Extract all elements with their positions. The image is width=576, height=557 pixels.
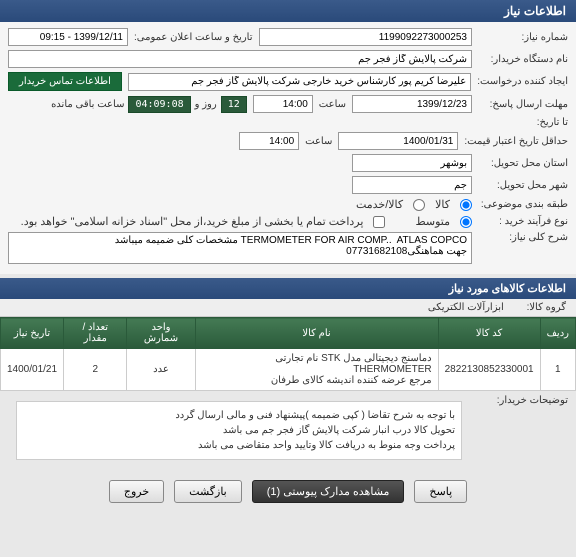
- cell-unit: عدد: [127, 349, 195, 391]
- note-label: توضیحات خریدار:: [478, 395, 568, 406]
- need-no-label: شماره نیاز:: [478, 32, 568, 43]
- deadline-date-field[interactable]: [352, 95, 472, 113]
- desc-field[interactable]: [8, 232, 472, 264]
- cell-code: 2822130852330001: [438, 349, 540, 391]
- countdown-day-label: روز و: [195, 99, 217, 110]
- cell-date: 1400/01/21: [1, 349, 64, 391]
- announce-field[interactable]: [8, 28, 128, 46]
- deadline-time-field[interactable]: [253, 95, 313, 113]
- items-table: ردیف کد کالا نام کالا واحد شمارش تعداد /…: [0, 317, 576, 391]
- note-box: با توجه به شرح تقاضا ( کپی ضمیمه )پیشنها…: [16, 401, 462, 460]
- creator-field[interactable]: [128, 73, 471, 91]
- cell-idx: 1: [540, 349, 575, 391]
- announce-label: تاریخ و ساعت اعلان عمومی:: [134, 32, 253, 43]
- th-qty: تعداد / مقدار: [64, 318, 127, 349]
- cell-name: دماسنج دیجیتالی مدل STK نام تجارتی THERM…: [195, 349, 438, 391]
- contact-buyer-button[interactable]: اطلاعات تماس خریدار: [8, 72, 122, 91]
- countdown: 12 روز و 04:09:08 ساعت باقی مانده: [51, 96, 247, 113]
- countdown-remain-label: ساعت باقی مانده: [51, 99, 124, 110]
- proc-med-label: متوسط: [415, 215, 450, 228]
- creator-label: ایجاد کننده درخواست:: [477, 76, 568, 87]
- validity-label: حداقل تاریخ اعتبار قیمت:: [464, 136, 568, 147]
- countdown-time: 04:09:08: [128, 96, 190, 113]
- cat-service-radio[interactable]: [413, 199, 425, 211]
- items-group-value: ابزارآلات الکتریکی: [428, 302, 504, 313]
- page-title: اطلاعات نیاز: [0, 0, 576, 22]
- footer-buttons: پاسخ مشاهده مدارک پیوستی (1) بازگشت خروج: [0, 470, 576, 513]
- validity-date-field[interactable]: [338, 132, 458, 150]
- items-group-label: گروه کالا:: [527, 302, 566, 313]
- th-unit: واحد شمارش: [127, 318, 195, 349]
- desc-label: شرح کلی نیاز:: [478, 232, 568, 243]
- cat-goods-label: کالا: [435, 198, 450, 211]
- items-group-row: گروه کالا: ابزارآلات الکتریکی: [0, 299, 576, 317]
- time-label-2: ساعت: [305, 136, 332, 147]
- need-no-field[interactable]: [259, 28, 473, 46]
- delivery-city-field[interactable]: [352, 176, 472, 194]
- proc-med-radio[interactable]: [460, 216, 472, 228]
- th-name: نام کالا: [195, 318, 438, 349]
- th-date: تاریخ نیاز: [1, 318, 64, 349]
- buyer-org-label: نام دستگاه خریدار:: [478, 54, 568, 65]
- validity-time-field[interactable]: [239, 132, 299, 150]
- form-area: شماره نیاز: تاریخ و ساعت اعلان عمومی: نا…: [0, 22, 576, 274]
- category-label: طبقه بندی موضوعی:: [478, 199, 568, 210]
- partial-checkbox[interactable]: [373, 216, 385, 228]
- table-row[interactable]: 1 2822130852330001 دماسنج دیجیتالی مدل S…: [1, 349, 576, 391]
- cat-service-label: کالا/خدمت: [356, 198, 403, 211]
- delivery-prov-label: استان محل تحویل:: [478, 158, 568, 169]
- category-radio-group: کالا کالا/خدمت: [356, 198, 472, 211]
- th-idx: ردیف: [540, 318, 575, 349]
- delivery-city-label: شهر محل تحویل:: [478, 180, 568, 191]
- exit-button[interactable]: خروج: [109, 480, 164, 503]
- to-date-label: تا تاریخ:: [478, 117, 568, 128]
- process-label: نوع فرآیند خرید :: [478, 216, 568, 227]
- delivery-prov-field[interactable]: [352, 154, 472, 172]
- cat-goods-radio[interactable]: [460, 199, 472, 211]
- th-code: کد کالا: [438, 318, 540, 349]
- back-button[interactable]: بازگشت: [174, 480, 242, 503]
- respond-button[interactable]: پاسخ: [414, 480, 467, 503]
- table-header-row: ردیف کد کالا نام کالا واحد شمارش تعداد /…: [1, 318, 576, 349]
- partial-label: پرداخت تمام یا بخشی از مبلغ خرید،از محل …: [21, 215, 364, 228]
- items-section-title: اطلاعات کالاهای مورد نیاز: [0, 278, 576, 299]
- cell-qty: 2: [64, 349, 127, 391]
- deadline-label: مهلت ارسال پاسخ:: [478, 99, 568, 110]
- time-label-1: ساعت: [319, 99, 346, 110]
- attachments-button[interactable]: مشاهده مدارک پیوستی (1): [252, 480, 405, 503]
- process-radio-group: متوسط پرداخت تمام یا بخشی از مبلغ خرید،ا…: [21, 215, 472, 228]
- buyer-org-field[interactable]: [8, 50, 472, 68]
- countdown-days: 12: [221, 96, 247, 113]
